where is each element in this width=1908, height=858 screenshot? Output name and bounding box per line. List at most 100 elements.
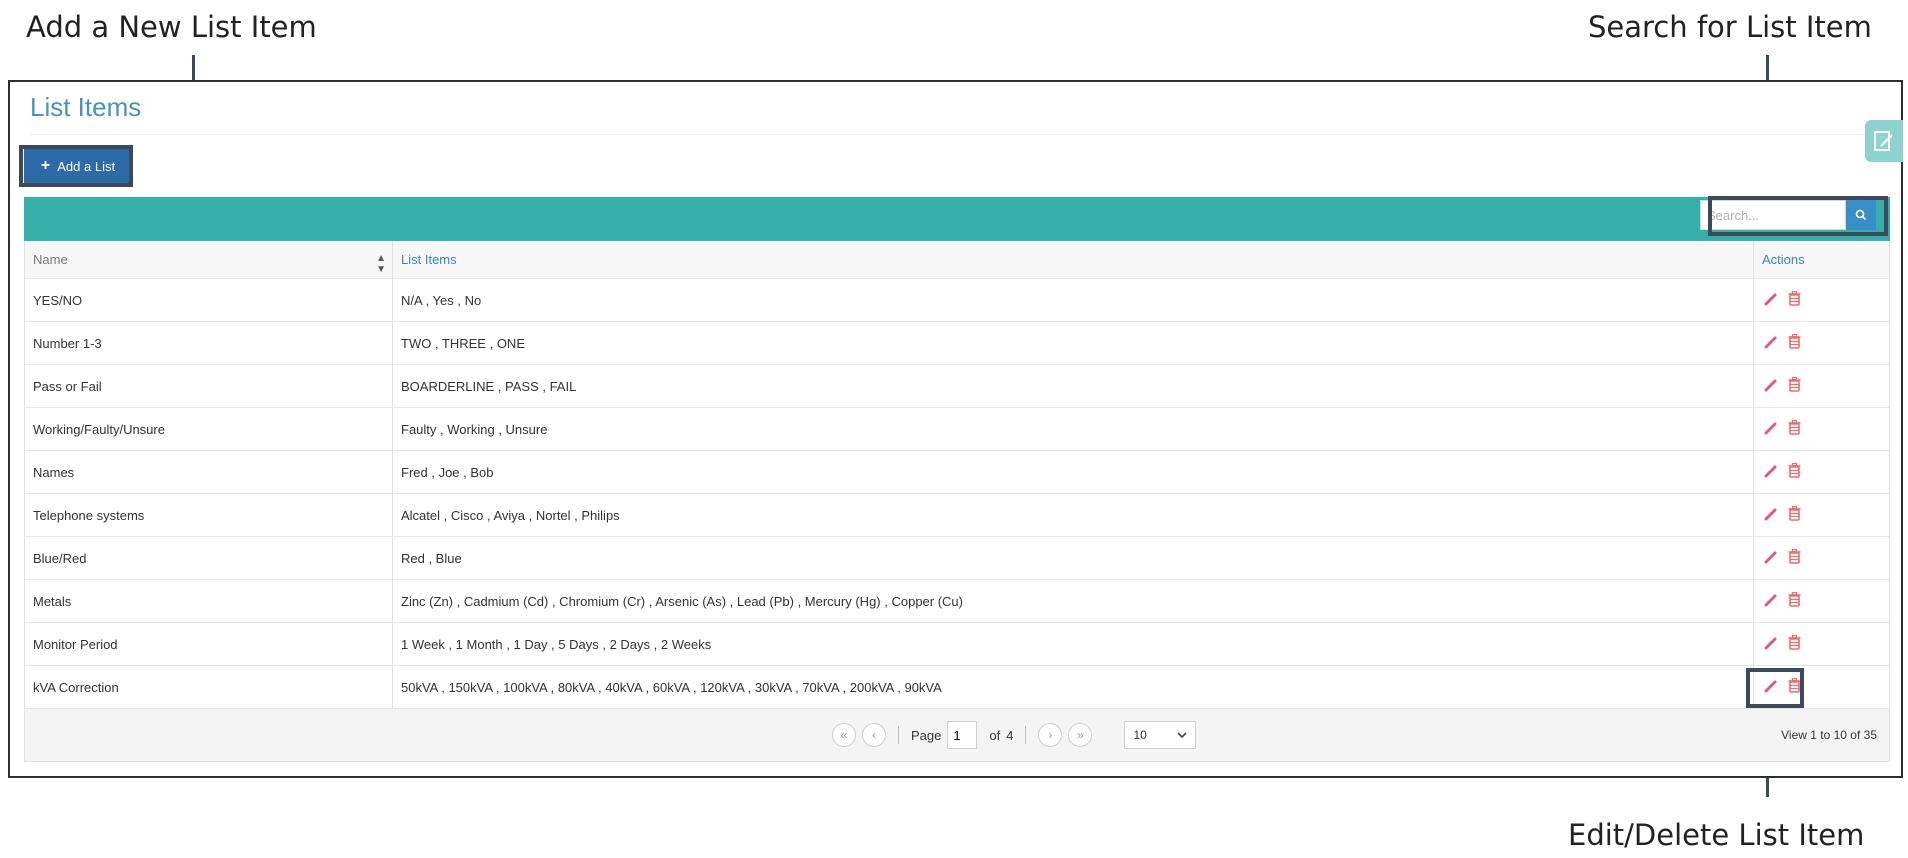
edit-icon xyxy=(1764,508,1777,520)
column-header-list-items[interactable]: List Items xyxy=(393,241,1754,278)
row-items: 50kVA , 150kVA , 100kVA , 80kVA , 40kVA … xyxy=(401,680,942,695)
table-row: Working/Faulty/Unsure Faulty , Working , … xyxy=(24,408,1890,451)
edit-panel-tab[interactable] xyxy=(1865,120,1903,162)
delete-icon xyxy=(1788,419,1801,435)
table-row: Metals Zinc (Zn) , Cadmium (Cd) , Chromiu… xyxy=(24,580,1890,623)
edit-button[interactable] xyxy=(1764,464,1778,481)
delete-button[interactable] xyxy=(1788,462,1801,481)
edit-icon xyxy=(1764,379,1777,391)
row-items: Fred , Joe , Bob xyxy=(401,465,494,480)
row-name: Monitor Period xyxy=(33,637,118,652)
pager: « ‹ Page of 4 › » 10 View 1 to 10 of 35 xyxy=(24,709,1890,762)
next-page-icon: › xyxy=(1048,728,1053,742)
row-items-cell: 1 Week , 1 Month , 1 Day , 5 Days , 2 Da… xyxy=(393,623,1754,665)
edit-panel-icon xyxy=(1874,131,1893,151)
row-name: Pass or Fail xyxy=(33,379,102,394)
row-actions-cell xyxy=(1754,494,1889,536)
edit-icon xyxy=(1764,422,1777,434)
delete-button[interactable] xyxy=(1788,419,1801,438)
of-label: of xyxy=(989,727,1001,743)
callout-search-list-item: Search for List Item xyxy=(1588,10,1872,44)
edit-button[interactable] xyxy=(1764,636,1778,653)
delete-button[interactable] xyxy=(1788,290,1801,309)
row-items: TWO , THREE , ONE xyxy=(401,336,525,351)
row-items: N/A , Yes , No xyxy=(401,293,482,308)
table-row: Telephone systems Alcatel , Cisco , Aviya… xyxy=(24,494,1890,537)
delete-button[interactable] xyxy=(1788,548,1801,567)
edit-button[interactable] xyxy=(1764,292,1778,309)
sort-icon[interactable]: ▲ ▼ xyxy=(376,253,386,275)
delete-button[interactable] xyxy=(1788,333,1801,352)
row-name: YES/NO xyxy=(33,293,83,308)
delete-icon xyxy=(1788,591,1801,607)
row-name-cell: kVA Correction xyxy=(25,666,393,708)
edit-button[interactable] xyxy=(1764,421,1778,438)
row-name-cell: Pass or Fail xyxy=(25,365,393,407)
delete-button[interactable] xyxy=(1788,505,1801,524)
edit-button[interactable] xyxy=(1764,593,1778,610)
page-label: Page xyxy=(911,727,942,743)
row-name-cell: Number 1-3 xyxy=(25,322,393,364)
row-items-cell: Alcatel , Cisco , Aviya , Nortel , Phili… xyxy=(393,494,1754,536)
edit-button[interactable] xyxy=(1764,335,1778,352)
prev-page-icon: ‹ xyxy=(872,728,876,742)
callout-edit-delete-list-item: Edit/Delete List Item xyxy=(1568,818,1865,852)
row-items: Zinc (Zn) , Cadmium (Cd) , Chromium (Cr)… xyxy=(401,594,963,609)
first-page-icon: « xyxy=(840,728,848,742)
delete-icon xyxy=(1788,376,1801,392)
delete-button[interactable] xyxy=(1788,376,1801,395)
pager-separator xyxy=(1025,726,1027,744)
column-header-name[interactable]: Name ▲ ▼ xyxy=(25,241,393,278)
row-name: Blue/Red xyxy=(33,551,87,566)
row-items-cell: BOARDERLINE , PASS , FAIL xyxy=(393,365,1754,407)
edit-icon xyxy=(1764,637,1777,649)
row-actions-cell xyxy=(1754,365,1889,407)
edit-button[interactable] xyxy=(1764,507,1778,524)
table-row: kVA Correction 50kVA , 150kVA , 100kVA , … xyxy=(24,666,1890,709)
column-header-actions: Actions xyxy=(1762,252,1805,267)
table-row: YES/NO N/A , Yes , No xyxy=(24,279,1890,322)
page-title: List Items xyxy=(30,92,142,122)
row-name-cell: YES/NO xyxy=(25,279,393,321)
row-name-cell: Telephone systems xyxy=(25,494,393,536)
edit-icon xyxy=(1764,594,1777,606)
row-actions-cell xyxy=(1754,537,1889,579)
table-header: Name ▲ ▼ List Items Actions xyxy=(24,241,1890,279)
table-body: YES/NO N/A , Yes , No Number 1-3 TWO , THRE… xyxy=(24,279,1890,709)
row-items-cell: Zinc (Zn) , Cadmium (Cd) , Chromium (Cr)… xyxy=(393,580,1754,622)
edit-icon xyxy=(1764,293,1777,305)
callout-add-list-item: Add a New List Item xyxy=(26,10,317,44)
edit-button[interactable] xyxy=(1764,378,1778,395)
next-page-button[interactable]: › xyxy=(1038,723,1063,747)
delete-button[interactable] xyxy=(1788,591,1801,610)
last-page-icon: » xyxy=(1077,728,1084,742)
rows-per-page-value: 10 xyxy=(1133,728,1147,742)
row-name: Names xyxy=(33,465,75,480)
row-items-cell: Fred , Joe , Bob xyxy=(393,451,1754,493)
row-actions-cell xyxy=(1754,623,1889,665)
chevron-down-icon xyxy=(1177,732,1188,738)
edit-button[interactable] xyxy=(1764,550,1778,567)
row-items: 1 Week , 1 Month , 1 Day , 5 Days , 2 Da… xyxy=(401,637,712,652)
row-name: Metals xyxy=(33,594,72,609)
list-items-table: Name ▲ ▼ List Items Actions YES/NO N/A , Y… xyxy=(24,241,1890,762)
row-items-cell: Faulty , Working , Unsure xyxy=(393,408,1754,450)
rows-per-page-select[interactable]: 10 xyxy=(1124,721,1197,749)
last-page-button[interactable]: » xyxy=(1068,723,1093,747)
page-number-input[interactable] xyxy=(947,721,978,749)
table-row: Number 1-3 TWO , THREE , ONE xyxy=(24,322,1890,365)
delete-button[interactable] xyxy=(1788,634,1801,653)
row-actions-cell xyxy=(1754,408,1889,450)
prev-page-button[interactable]: ‹ xyxy=(862,723,886,747)
row-name-cell: Working/Faulty/Unsure xyxy=(25,408,393,450)
first-page-button[interactable]: « xyxy=(832,723,856,747)
title-divider xyxy=(30,134,1881,135)
edit-icon xyxy=(1764,336,1777,348)
table-row: Pass or Fail BOARDERLINE , PASS , FAIL xyxy=(24,365,1890,408)
row-actions-cell xyxy=(1754,322,1889,364)
table-row: Monitor Period 1 Week , 1 Month , 1 Day ,… xyxy=(24,623,1890,666)
table-row: Blue/Red Red , Blue xyxy=(24,537,1890,580)
row-name: Telephone systems xyxy=(33,508,145,523)
row-name-cell: Monitor Period xyxy=(25,623,393,665)
total-pages: 4 xyxy=(1006,727,1014,743)
